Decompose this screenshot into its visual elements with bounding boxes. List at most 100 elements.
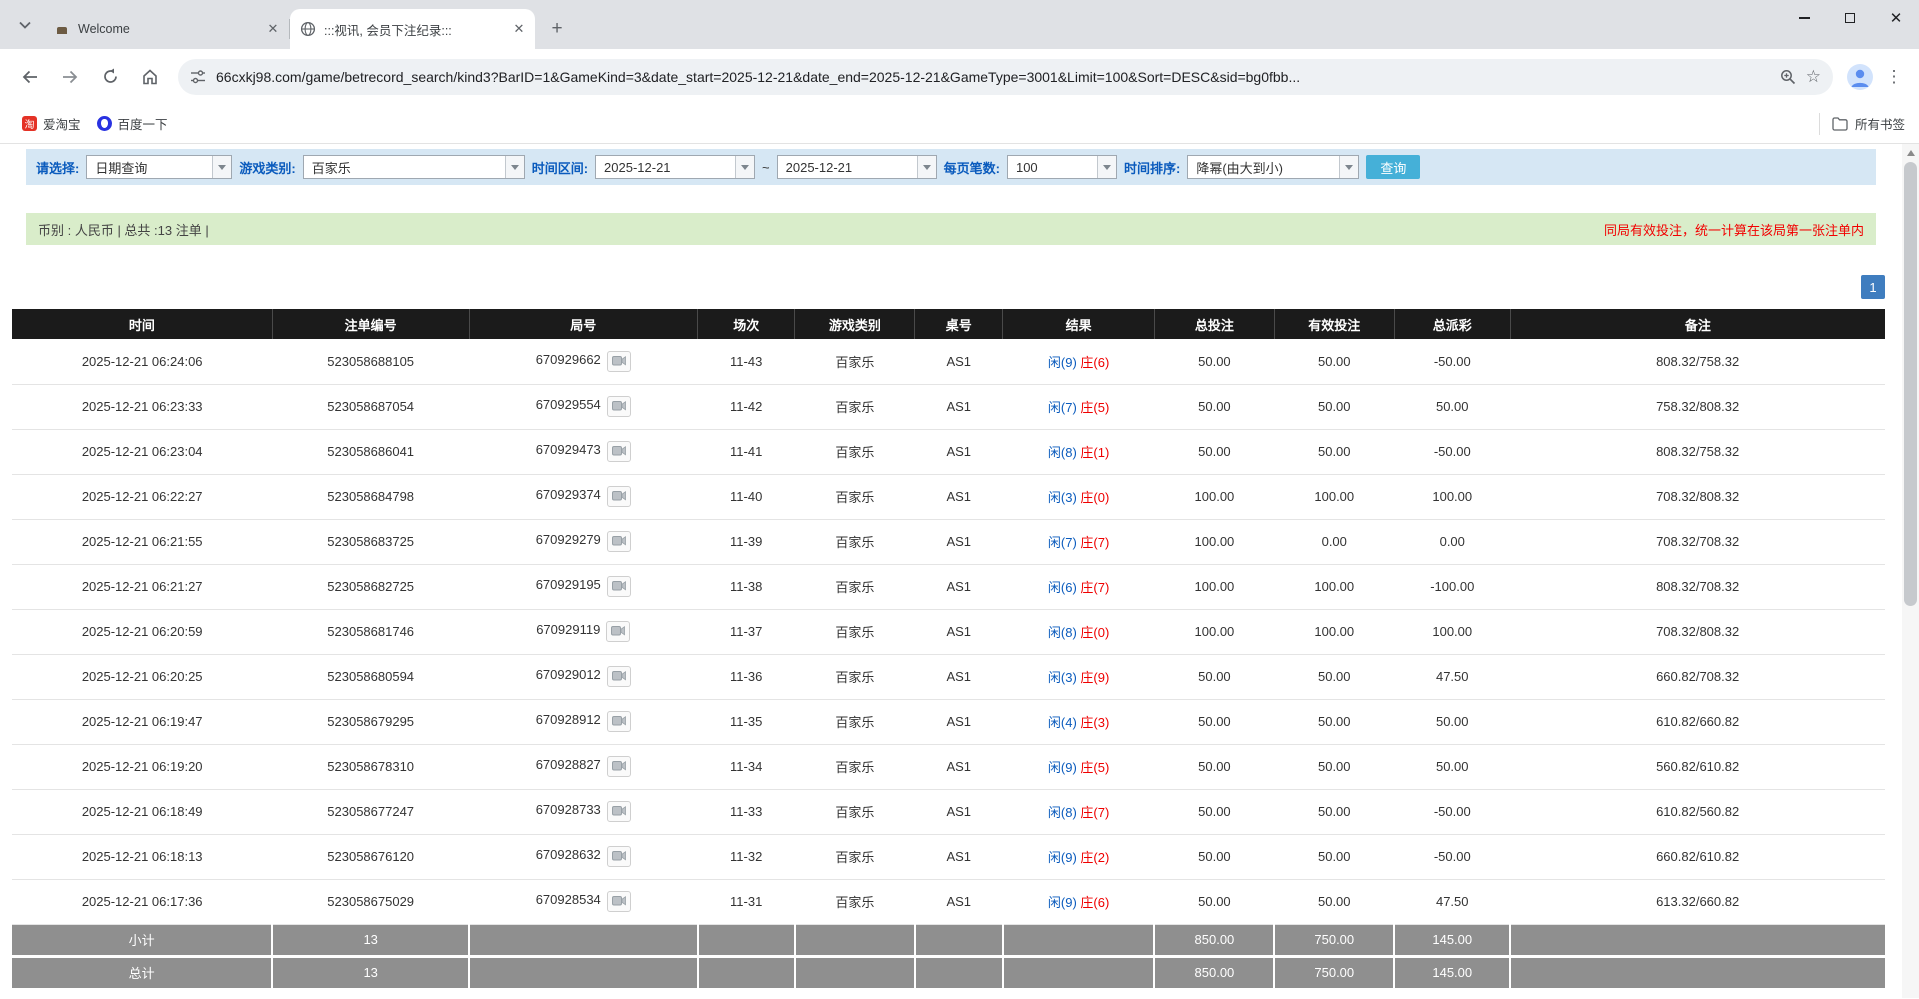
cell-session: 11-32 [698,834,795,879]
table-row: 2025-12-21 06:23:04523058686041670929473… [12,429,1885,474]
cell-empty [915,924,1003,956]
game-type-select[interactable]: 百家乐 [303,155,525,179]
video-replay-button[interactable] [607,891,631,912]
result-player: 闲(8) [1048,445,1077,460]
scrollbar-up-icon[interactable] [1902,144,1919,161]
cell-round: 670929119 [469,609,698,654]
refresh-button[interactable] [92,59,128,95]
new-tab-button[interactable]: + [543,15,571,43]
header-table-no: 桌号 [915,309,1003,339]
cell-time: 2025-12-21 06:24:06 [12,339,272,384]
subtotal-count: 13 [272,924,469,956]
video-replay-button[interactable] [607,576,631,597]
cell-empty [1003,956,1155,988]
cell-time: 2025-12-21 06:20:25 [12,654,272,699]
sort-select[interactable]: 降幂(由大到小) [1187,155,1359,179]
cell-bet-id: 523058678310 [272,744,469,789]
bookmark-label: 百度一下 [118,114,168,133]
camera-icon [611,624,625,639]
page-number-button[interactable]: 1 [1861,275,1885,299]
bookmark-aitaobao[interactable]: 淘 爱淘宝 [14,109,89,138]
url-text[interactable]: 66cxkj98.com/game/betrecord_search/kind3… [216,69,1770,85]
cell-bet-id: 523058679295 [272,699,469,744]
video-replay-button[interactable] [607,801,631,822]
query-mode-select[interactable]: 日期查询 [86,155,232,179]
page-size-select[interactable]: 100 [1007,155,1117,179]
date-start-select[interactable]: 2025-12-21 [595,155,755,179]
video-replay-button[interactable] [607,396,631,417]
cell-valid-bet: 50.00 [1274,834,1394,879]
cell-table-no: AS1 [915,834,1003,879]
browser-menu-icon[interactable]: ⋮ [1879,67,1909,87]
cell-empty [915,956,1003,988]
scrollbar-thumb[interactable] [1904,162,1917,606]
video-replay-button[interactable] [607,666,631,687]
cell-note: 660.82/708.32 [1510,654,1885,699]
cell-round: 670929473 [469,429,698,474]
cell-total-bet: 50.00 [1154,339,1274,384]
video-replay-button[interactable] [607,711,631,732]
minimize-button[interactable] [1781,0,1827,36]
maximize-button[interactable] [1827,0,1873,36]
video-replay-button[interactable] [607,756,631,777]
search-button[interactable]: 查询 [1366,155,1420,179]
tab-search-button[interactable] [8,8,42,42]
close-button[interactable]: ✕ [1873,0,1919,36]
video-replay-button[interactable] [607,486,631,507]
header-total-bet: 总投注 [1154,309,1274,339]
cell-session: 11-37 [698,609,795,654]
cell-note: 613.32/660.82 [1510,879,1885,924]
cell-note: 708.32/808.32 [1510,474,1885,519]
video-replay-button[interactable] [607,846,631,867]
cell-total-bet: 50.00 [1154,789,1274,834]
cell-payout: -50.00 [1394,834,1510,879]
home-button[interactable] [132,59,168,95]
bookmark-star-icon[interactable]: ☆ [1806,67,1821,87]
cell-payout: 47.50 [1394,654,1510,699]
tab-close-icon[interactable]: ✕ [265,21,281,37]
profile-avatar[interactable] [1847,64,1873,90]
game-type-label: 游戏类别: [239,158,295,177]
cell-result: 闲(3) 庄(9) [1003,654,1155,699]
site-info-icon[interactable] [190,69,206,85]
cell-payout: 50.00 [1394,384,1510,429]
tab-close-icon[interactable]: ✕ [511,21,527,37]
result-player: 闲(9) [1048,760,1077,775]
video-replay-button[interactable] [607,441,631,462]
video-replay-button[interactable] [606,621,630,642]
forward-button[interactable] [52,59,88,95]
result-player: 闲(8) [1048,805,1077,820]
cell-game-type: 百家乐 [795,744,915,789]
cell-time: 2025-12-21 06:17:36 [12,879,272,924]
cell-payout: 0.00 [1394,519,1510,564]
minimize-icon [1799,17,1810,18]
cell-total-bet: 100.00 [1154,474,1274,519]
table-row: 2025-12-21 06:19:47523058679295670928912… [12,699,1885,744]
page-scrollbar[interactable] [1902,144,1919,998]
tab-bet-record[interactable]: :::视讯, 会员下注纪录::: ✕ [290,9,535,49]
bookmark-baidu[interactable]: 百度一下 [89,109,176,138]
cell-game-type: 百家乐 [795,474,915,519]
forward-icon [61,68,79,86]
maximize-icon [1845,13,1855,23]
globe-icon [300,21,316,37]
cell-payout: 50.00 [1394,699,1510,744]
tab-welcome[interactable]: Welcome ✕ [44,9,289,49]
result-banker: 庄(7) [1080,805,1109,820]
all-bookmarks-button[interactable]: 所有书签 [1819,113,1905,135]
all-bookmarks-label: 所有书签 [1855,114,1905,133]
cell-table-no: AS1 [915,474,1003,519]
video-replay-button[interactable] [607,531,631,552]
cell-empty [469,956,698,988]
tab-title: Welcome [78,22,259,36]
game-type-value: 百家乐 [304,158,505,177]
url-bar[interactable]: 66cxkj98.com/game/betrecord_search/kind3… [178,59,1833,95]
cell-bet-id: 523058675029 [272,879,469,924]
cell-session: 11-33 [698,789,795,834]
total-valid-bet: 750.00 [1274,956,1394,988]
date-end-select[interactable]: 2025-12-21 [777,155,937,179]
video-replay-button[interactable] [607,351,631,372]
zoom-icon[interactable] [1780,69,1796,85]
cell-bet-id: 523058687054 [272,384,469,429]
back-button[interactable] [12,59,48,95]
